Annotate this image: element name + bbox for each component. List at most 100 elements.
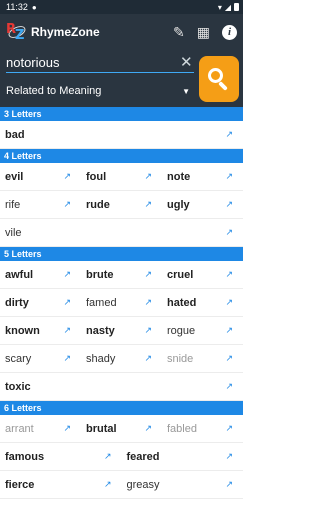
word-cell[interactable]: famed ↗: [81, 289, 162, 316]
word-cell[interactable]: foul ↗: [81, 163, 162, 190]
app-actions: ✎ ▦ i: [173, 24, 237, 41]
section-header: 5 Letters: [0, 247, 243, 261]
search-button[interactable]: [199, 56, 239, 102]
word-cell[interactable]: feared ↗: [122, 443, 244, 470]
arrow-up-right-icon[interactable]: ↗: [225, 353, 233, 364]
arrow-up-right-icon[interactable]: ↗: [144, 353, 152, 364]
quill-pen-icon[interactable]: ✎: [173, 24, 185, 41]
arrow-up-right-icon[interactable]: ↗: [63, 199, 71, 210]
table-row: famous ↗ feared ↗: [0, 443, 243, 471]
arrow-up-right-icon[interactable]: ↗: [225, 451, 233, 462]
word-label: fabled: [167, 422, 197, 435]
arrow-up-right-icon[interactable]: ↗: [104, 479, 112, 490]
word-label: greasy: [126, 478, 160, 491]
arrow-up-right-icon[interactable]: ↗: [225, 423, 233, 434]
word-label: brute: [86, 268, 114, 281]
section-header: 4 Letters: [0, 149, 243, 163]
word-label: bad: [5, 128, 25, 141]
word-cell[interactable]: rude ↗: [81, 191, 162, 218]
info-icon[interactable]: i: [222, 24, 237, 40]
word-label: scary: [5, 352, 32, 365]
status-bar: 11:32 ● ▾ ◢: [0, 0, 243, 14]
word-list-icon[interactable]: ▦: [197, 24, 210, 41]
word-label: shady: [86, 352, 116, 365]
word-cell[interactable]: vile: [0, 219, 81, 246]
arrow-up-right-icon[interactable]: ↗: [63, 353, 71, 364]
app-title: RhymeZone: [31, 25, 100, 39]
word-cell[interactable]: fabled ↗: [162, 415, 243, 442]
wifi-icon: ▾: [217, 2, 222, 12]
table-row: awful ↗ brute ↗ cruel ↗: [0, 261, 243, 289]
arrow-up-right-icon[interactable]: ↗: [225, 479, 233, 490]
search-mode-select[interactable]: Related to Meaning ▼: [6, 81, 194, 101]
word-cell[interactable]: note ↗: [162, 163, 243, 190]
table-row: vile ↗: [0, 219, 243, 247]
word-label: famed: [86, 296, 117, 309]
word-cell[interactable]: brutal ↗: [81, 415, 162, 442]
table-row: toxic ↗: [0, 373, 243, 401]
word-label: foul: [86, 170, 107, 183]
word-label: fierce: [5, 478, 35, 491]
word-cell[interactable]: dirty ↗: [0, 289, 81, 316]
arrow-up-right-icon[interactable]: ↗: [144, 325, 152, 336]
table-row: fierce ↗ greasy ↗: [0, 471, 243, 499]
signal-icon: ◢: [224, 2, 231, 12]
arrow-up-right-icon[interactable]: ↗: [144, 199, 152, 210]
arrow-up-right-icon[interactable]: ↗: [225, 297, 233, 308]
word-cell[interactable]: famous ↗: [0, 443, 122, 470]
search-input[interactable]: [6, 53, 194, 73]
word-cell[interactable]: shady ↗: [81, 345, 162, 372]
word-cell[interactable]: cruel ↗: [162, 261, 243, 288]
word-cell[interactable]: fierce ↗: [0, 471, 122, 498]
word-cell[interactable]: evil ↗: [0, 163, 81, 190]
arrow-up-right-icon[interactable]: ↗: [225, 199, 233, 210]
word-cell[interactable]: rife ↗: [0, 191, 81, 218]
arrow-up-right-icon[interactable]: ↗: [225, 171, 233, 182]
word-cell[interactable]: snide ↗: [162, 345, 243, 372]
word-cell[interactable]: scary ↗: [0, 345, 81, 372]
arrow-up-right-icon[interactable]: ↗: [104, 451, 112, 462]
word-cell[interactable]: brute ↗: [81, 261, 162, 288]
word-label: note: [167, 170, 191, 183]
word-label: snide: [167, 352, 194, 365]
word-cell[interactable]: awful ↗: [0, 261, 81, 288]
arrow-up-right-icon[interactable]: ↗: [63, 171, 71, 182]
word-label: cruel: [167, 268, 194, 281]
clear-icon[interactable]: ✕: [180, 53, 193, 71]
status-indicators: ▾ ◢: [218, 3, 239, 12]
empty-cell: ↗: [162, 219, 243, 246]
results-list[interactable]: 3 Letters bad ↗ 4 Letters evil ↗ foul ↗ no…: [0, 107, 243, 512]
arrow-up-right-icon[interactable]: ↗: [144, 297, 152, 308]
arrow-up-right-icon[interactable]: ↗: [225, 227, 233, 238]
word-cell[interactable]: greasy ↗: [122, 471, 244, 498]
word-cell[interactable]: toxic: [0, 373, 81, 400]
arrow-up-right-icon[interactable]: ↗: [225, 129, 233, 140]
word-label: hated: [167, 296, 197, 309]
section-header: 3 Letters: [0, 107, 243, 121]
word-cell[interactable]: nasty ↗: [81, 317, 162, 344]
arrow-up-right-icon[interactable]: ↗: [63, 269, 71, 280]
arrow-up-right-icon[interactable]: ↗: [225, 381, 233, 392]
table-row: known ↗ nasty ↗ rogue ↗: [0, 317, 243, 345]
word-cell[interactable]: arrant ↗: [0, 415, 81, 442]
arrow-up-right-icon[interactable]: ↗: [63, 297, 71, 308]
empty-cell: [81, 373, 162, 400]
word-label: nasty: [86, 324, 115, 337]
search-icon: [208, 68, 230, 91]
arrow-up-right-icon[interactable]: ↗: [63, 423, 71, 434]
word-cell[interactable]: known ↗: [0, 317, 81, 344]
word-cell[interactable]: rogue ↗: [162, 317, 243, 344]
search-mode-label: Related to Meaning: [6, 85, 102, 97]
arrow-up-right-icon[interactable]: ↗: [144, 171, 152, 182]
word-label: brutal: [86, 422, 117, 435]
rhymezone-logo: R Z: [6, 21, 28, 43]
word-cell[interactable]: bad: [0, 121, 81, 148]
word-label: vile: [5, 226, 22, 239]
arrow-up-right-icon[interactable]: ↗: [144, 269, 152, 280]
arrow-up-right-icon[interactable]: ↗: [144, 423, 152, 434]
arrow-up-right-icon[interactable]: ↗: [63, 325, 71, 336]
arrow-up-right-icon[interactable]: ↗: [225, 325, 233, 336]
word-cell[interactable]: hated ↗: [162, 289, 243, 316]
word-cell[interactable]: ugly ↗: [162, 191, 243, 218]
arrow-up-right-icon[interactable]: ↗: [225, 269, 233, 280]
